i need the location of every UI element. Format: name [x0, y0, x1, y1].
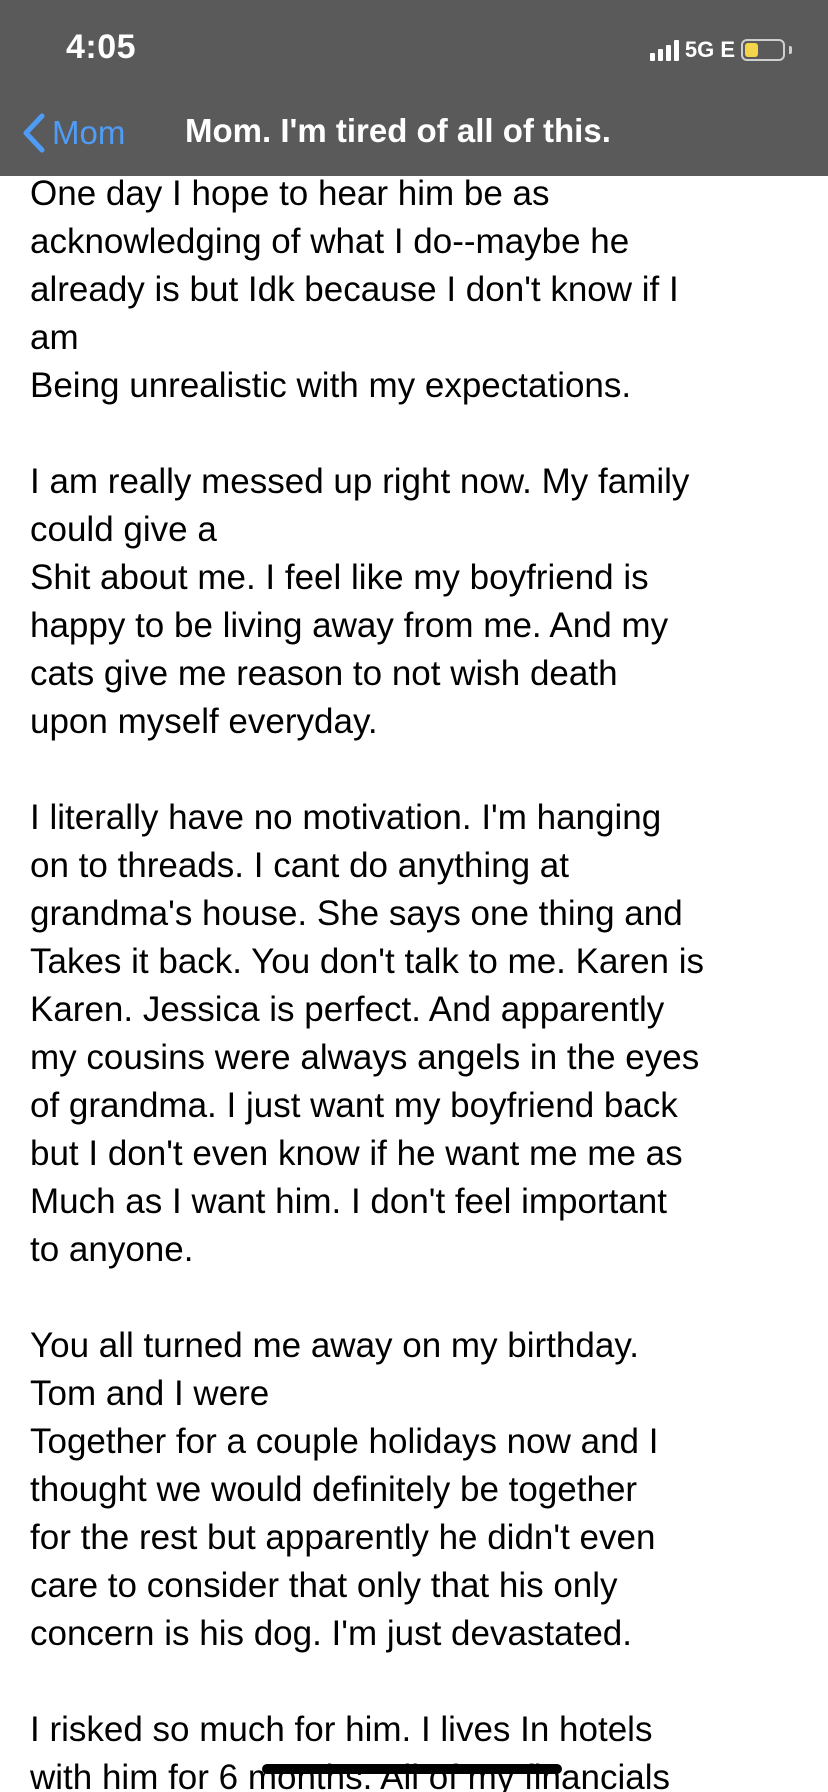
note-line: happy to be living away from me. And my: [30, 606, 669, 645]
note-line: Together for a couple holidays now and I: [30, 1422, 659, 1461]
note-line: grandma's house. She says one thing and: [30, 894, 683, 933]
note-line: could give a: [30, 510, 217, 549]
battery-fill: [745, 43, 758, 57]
note-line: Shit about me. I feel like my boyfriend …: [30, 558, 649, 597]
note-blank-line: [30, 746, 810, 794]
back-button[interactable]: Mom: [22, 108, 125, 158]
notes-screen: 4:05 5G E Mom Mom. I'm tired of all of t…: [0, 0, 828, 1792]
note-line: am: [30, 318, 79, 357]
note-blank-line: [30, 1274, 810, 1322]
note-blank-line: [30, 410, 810, 458]
note-line: Takes it back. You don't talk to me. Kar…: [30, 942, 705, 981]
note-line: Karen. Jessica is perfect. And apparentl…: [30, 990, 665, 1029]
note-line: care to consider that only that his only: [30, 1566, 618, 1605]
note-line: on to threads. I cant do anything at: [30, 846, 569, 885]
note-line: to anyone.: [30, 1230, 194, 1269]
note-line: I am really messed up right now. My fami…: [30, 462, 690, 501]
note-line: I literally have no motivation. I'm hang…: [30, 798, 662, 837]
note-line: Much as I want him. I don't feel importa…: [30, 1182, 667, 1221]
back-label: Mom: [52, 114, 126, 151]
status-indicators: 5G E: [649, 36, 792, 64]
battery-cap: [789, 46, 792, 54]
note-line: Tom and I were: [30, 1374, 270, 1413]
battery-icon: [741, 39, 785, 61]
status-time: 4:05: [66, 28, 137, 66]
note-body[interactable]: One day I hope to hear him be as acknowle…: [30, 170, 810, 1792]
network-type: 5G E: [684, 37, 735, 62]
note-line: thought we would definitely be together: [30, 1470, 638, 1509]
status-bar: 4:05 5G E: [0, 0, 828, 100]
note-line: but I don't even know if he want me me a…: [30, 1134, 683, 1173]
chevron-left-icon: [23, 113, 45, 153]
note-line: upon myself everyday.: [30, 702, 378, 741]
note-line: of grandma. I just want my boyfriend bac…: [30, 1086, 678, 1125]
note-line: for the rest but apparently he didn't ev…: [30, 1518, 656, 1557]
note-line: my cousins were always angels in the eye…: [30, 1038, 700, 1077]
note-line: cats give me reason to not wish death: [30, 654, 618, 693]
note-line: One day I hope to hear him be as: [30, 174, 550, 213]
home-indicator[interactable]: [262, 1764, 562, 1774]
navigation-bar: Mom Mom. I'm tired of all of this.: [0, 100, 828, 176]
note-line: concern is his dog. I'm just devastated.: [30, 1614, 632, 1653]
note-line: already is but Idk because I don't know …: [30, 270, 679, 309]
note-title: Mom. I'm tired of all of this.: [185, 112, 611, 149]
note-line: acknowledging of what I do--maybe he: [30, 222, 630, 261]
signal-icon: [649, 39, 679, 61]
note-line: I risked so much for him. I lives In hot…: [30, 1710, 653, 1749]
note-line: You all turned me away on my birthday.: [30, 1326, 639, 1365]
note-line: Being unrealistic with my expectations.: [30, 366, 632, 405]
note-blank-line: [30, 1658, 810, 1706]
